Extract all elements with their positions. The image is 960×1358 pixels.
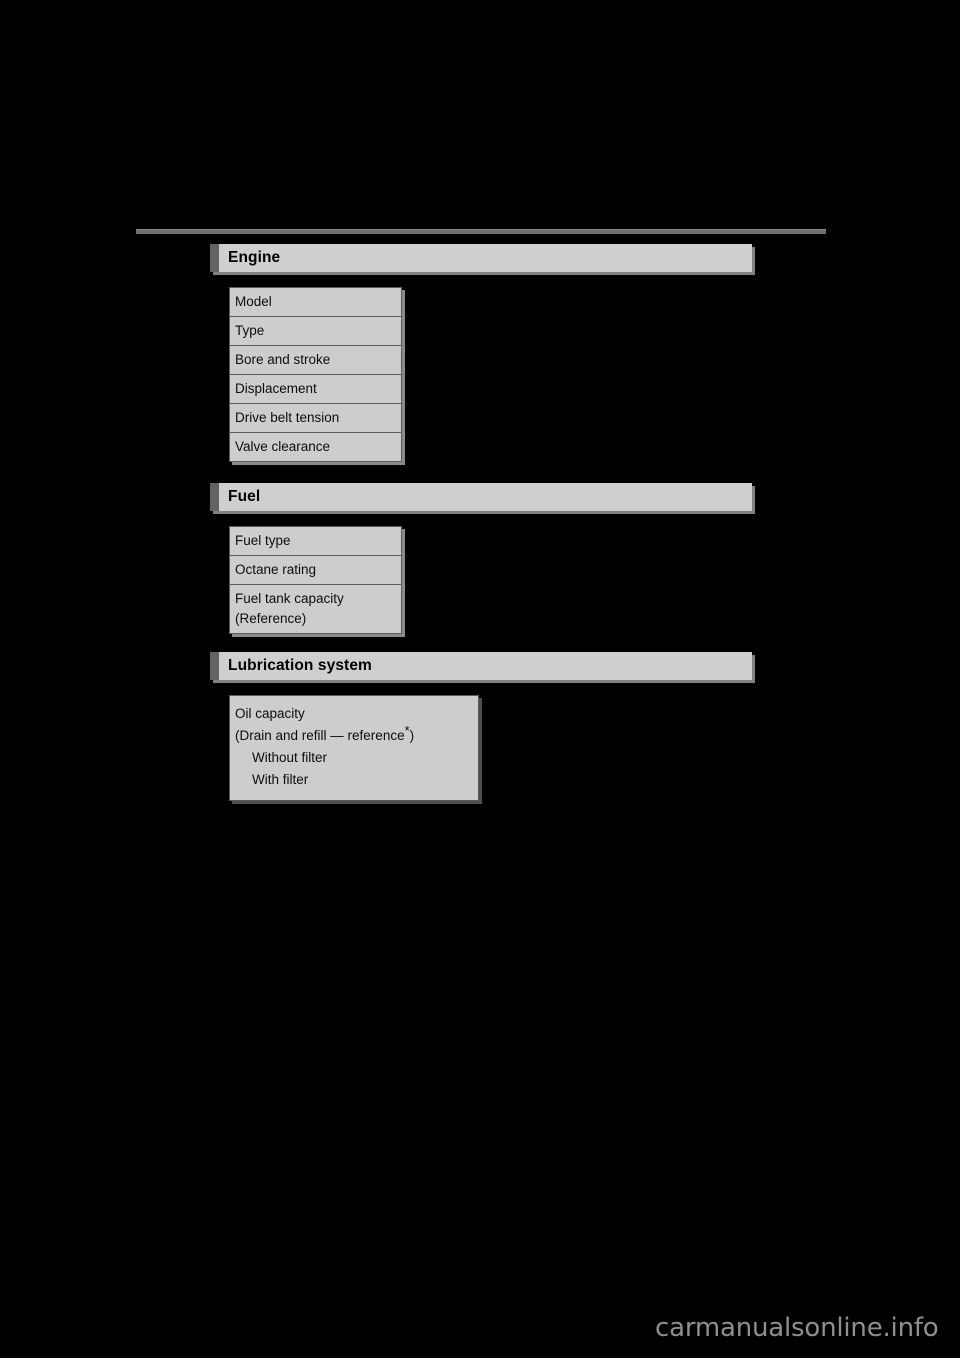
oil-capacity-with-filter: With filter <box>252 772 309 787</box>
oil-capacity-title: Oil capacity <box>235 706 305 721</box>
spec-label-octane-rating: Octane rating <box>235 562 317 577</box>
table-row: Drive belt tension <box>229 403 402 432</box>
section-accent-bar-engine <box>210 244 219 272</box>
section-header-engine: Engine <box>210 244 752 272</box>
table-row: Displacement <box>229 374 402 403</box>
table-row: Fuel type <box>229 526 402 555</box>
manual-page: Engine Model Type Bore and stroke Displa… <box>0 0 960 1358</box>
spec-label-model: Model <box>235 294 272 309</box>
oil-capacity-reference-pre: (Drain and refill <box>235 728 331 743</box>
em-dash: — <box>330 728 344 743</box>
section-accent-bar-lubrication-system <box>210 652 219 680</box>
table-row: Fuel tank capacity (Reference) <box>229 584 402 634</box>
table-row: Octane rating <box>229 555 402 584</box>
oil-capacity-reference-mid: reference <box>343 728 405 743</box>
table-row: Type <box>229 316 402 345</box>
footnote-asterisk: * <box>404 723 410 738</box>
spec-label-displacement: Displacement <box>235 381 317 396</box>
page-top-rule <box>136 229 826 234</box>
section-title-fuel: Fuel <box>228 488 261 505</box>
spec-block-oil-capacity: Oil capacity (Drain and refill — referen… <box>229 695 479 801</box>
specifications-content: Engine Model Type Bore and stroke Displa… <box>210 244 830 801</box>
table-row: Valve clearance <box>229 432 402 462</box>
table-row: Bore and stroke <box>229 345 402 374</box>
spec-label-fuel-tank-capacity-note: (Reference) <box>235 611 307 626</box>
spec-table-fuel: Fuel type Octane rating Fuel tank capaci… <box>229 526 402 634</box>
spec-label-drive-belt-tension: Drive belt tension <box>235 410 340 425</box>
oil-capacity-without-filter: Without filter <box>252 750 328 765</box>
spec-label-type: Type <box>235 323 265 338</box>
section-header-lubrication-system: Lubrication system <box>210 652 752 680</box>
spec-table-engine: Model Type Bore and stroke Displacement … <box>229 287 402 462</box>
spec-label-fuel-type: Fuel type <box>235 533 291 548</box>
section-title-lubrication-system: Lubrication system <box>228 657 372 674</box>
section-header-fuel: Fuel <box>210 483 752 511</box>
spec-label-bore-and-stroke: Bore and stroke <box>235 352 331 367</box>
oil-capacity-reference-line: (Drain and refill — reference*) <box>235 723 478 747</box>
site-watermark: carmanualsonline.info <box>655 1313 939 1343</box>
spec-label-fuel-tank-capacity: Fuel tank capacity <box>235 591 344 606</box>
spec-label-valve-clearance: Valve clearance <box>235 439 331 454</box>
section-title-engine: Engine <box>228 249 281 266</box>
table-row: Model <box>229 287 402 316</box>
section-accent-bar-fuel <box>210 483 219 511</box>
oil-capacity-reference-post: ) <box>409 728 415 743</box>
